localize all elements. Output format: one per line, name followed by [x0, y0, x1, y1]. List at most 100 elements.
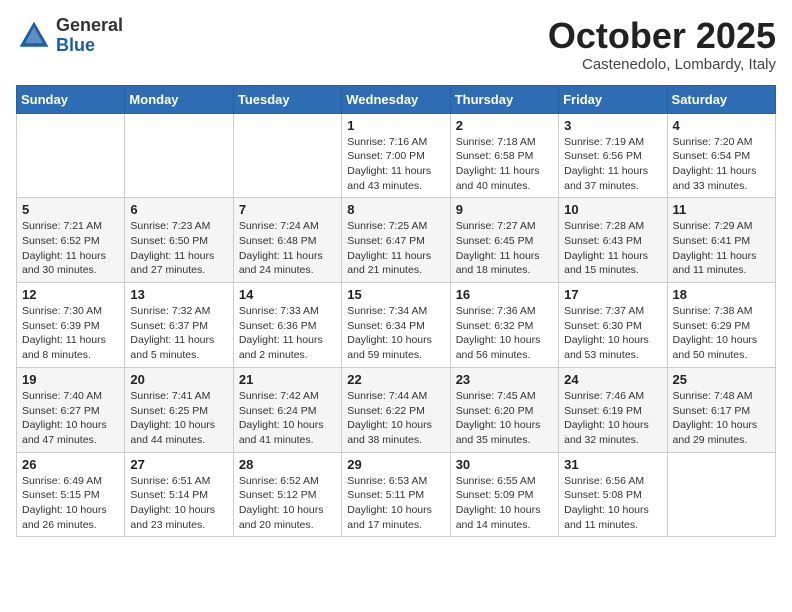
day-number: 17: [564, 287, 661, 302]
calendar-cell: 19 Sunrise: 7:40 AM Sunset: 6:27 PM Dayli…: [17, 367, 125, 452]
day-info: Sunrise: 7:30 AM Sunset: 6:39 PM Dayligh…: [22, 304, 119, 363]
calendar-cell: 18 Sunrise: 7:38 AM Sunset: 6:29 PM Dayli…: [667, 283, 775, 368]
day-info: Sunrise: 7:29 AM Sunset: 6:41 PM Dayligh…: [673, 219, 770, 278]
day-number: 26: [22, 457, 119, 472]
calendar-cell: 25 Sunrise: 7:48 AM Sunset: 6:17 PM Dayli…: [667, 367, 775, 452]
weekday-header-row: SundayMondayTuesdayWednesdayThursdayFrid…: [17, 85, 776, 113]
calendar-cell: [667, 452, 775, 537]
day-number: 18: [673, 287, 770, 302]
day-number: 22: [347, 372, 444, 387]
day-number: 13: [130, 287, 227, 302]
weekday-header-wednesday: Wednesday: [342, 85, 450, 113]
day-number: 7: [239, 202, 336, 217]
calendar-cell: 27 Sunrise: 6:51 AM Sunset: 5:14 PM Dayli…: [125, 452, 233, 537]
day-info: Sunrise: 6:51 AM Sunset: 5:14 PM Dayligh…: [130, 474, 227, 533]
day-number: 31: [564, 457, 661, 472]
day-info: Sunrise: 7:44 AM Sunset: 6:22 PM Dayligh…: [347, 389, 444, 448]
day-info: Sunrise: 7:42 AM Sunset: 6:24 PM Dayligh…: [239, 389, 336, 448]
day-number: 30: [456, 457, 553, 472]
calendar-cell: 13Sunrise: 7:32 AM Sunset: 6:37 PM Dayli…: [125, 283, 233, 368]
weekday-header-saturday: Saturday: [667, 85, 775, 113]
day-number: 24: [564, 372, 661, 387]
calendar-week-row: 26 Sunrise: 6:49 AM Sunset: 5:15 PM Dayli…: [17, 452, 776, 537]
calendar-cell: 31 Sunrise: 6:56 AM Sunset: 5:08 PM Dayli…: [559, 452, 667, 537]
day-info: Sunrise: 7:41 AM Sunset: 6:25 PM Dayligh…: [130, 389, 227, 448]
day-number: 19: [22, 372, 119, 387]
logo: General Blue: [16, 16, 123, 56]
calendar-cell: 21 Sunrise: 7:42 AM Sunset: 6:24 PM Dayli…: [233, 367, 341, 452]
calendar-cell: 9 Sunrise: 7:27 AM Sunset: 6:45 PM Daylig…: [450, 198, 558, 283]
day-info: Sunrise: 7:40 AM Sunset: 6:27 PM Dayligh…: [22, 389, 119, 448]
logo-icon: [16, 18, 52, 54]
day-number: 11: [673, 202, 770, 217]
day-info: Sunrise: 6:49 AM Sunset: 5:15 PM Dayligh…: [22, 474, 119, 533]
day-number: 1: [347, 118, 444, 133]
day-number: 6: [130, 202, 227, 217]
day-number: 21: [239, 372, 336, 387]
calendar-week-row: 1 Sunrise: 7:16 AM Sunset: 7:00 PM Daylig…: [17, 113, 776, 198]
calendar-cell: 2Sunrise: 7:18 AM Sunset: 6:58 PM Daylig…: [450, 113, 558, 198]
calendar-cell: 6 Sunrise: 7:23 AM Sunset: 6:50 PM Daylig…: [125, 198, 233, 283]
calendar-cell: [17, 113, 125, 198]
calendar-cell: 28Sunrise: 6:52 AM Sunset: 5:12 PM Dayli…: [233, 452, 341, 537]
day-info: Sunrise: 7:24 AM Sunset: 6:48 PM Dayligh…: [239, 219, 336, 278]
day-info: Sunrise: 7:37 AM Sunset: 6:30 PM Dayligh…: [564, 304, 661, 363]
weekday-header-tuesday: Tuesday: [233, 85, 341, 113]
calendar-cell: 14 Sunrise: 7:33 AM Sunset: 6:36 PM Dayli…: [233, 283, 341, 368]
logo-text: General Blue: [56, 16, 123, 56]
day-number: 4: [673, 118, 770, 133]
day-info: Sunrise: 6:52 AM Sunset: 5:12 PM Dayligh…: [239, 474, 336, 533]
day-info: Sunrise: 7:20 AM Sunset: 6:54 PM Dayligh…: [673, 135, 770, 194]
calendar-cell: 30Sunrise: 6:55 AM Sunset: 5:09 PM Dayli…: [450, 452, 558, 537]
day-info: Sunrise: 7:18 AM Sunset: 6:58 PM Dayligh…: [456, 135, 553, 194]
day-number: 9: [456, 202, 553, 217]
day-info: Sunrise: 7:19 AM Sunset: 6:56 PM Dayligh…: [564, 135, 661, 194]
day-info: Sunrise: 7:33 AM Sunset: 6:36 PM Dayligh…: [239, 304, 336, 363]
day-info: Sunrise: 7:23 AM Sunset: 6:50 PM Dayligh…: [130, 219, 227, 278]
calendar-cell: 11 Sunrise: 7:29 AM Sunset: 6:41 PM Dayli…: [667, 198, 775, 283]
day-info: Sunrise: 7:46 AM Sunset: 6:19 PM Dayligh…: [564, 389, 661, 448]
calendar-cell: 1 Sunrise: 7:16 AM Sunset: 7:00 PM Daylig…: [342, 113, 450, 198]
day-info: Sunrise: 7:28 AM Sunset: 6:43 PM Dayligh…: [564, 219, 661, 278]
day-number: 27: [130, 457, 227, 472]
calendar-cell: 4 Sunrise: 7:20 AM Sunset: 6:54 PM Daylig…: [667, 113, 775, 198]
location-subtitle: Castenedolo, Lombardy, Italy: [548, 56, 776, 73]
calendar-cell: 10 Sunrise: 7:28 AM Sunset: 6:43 PM Dayli…: [559, 198, 667, 283]
day-info: Sunrise: 7:45 AM Sunset: 6:20 PM Dayligh…: [456, 389, 553, 448]
calendar-cell: 7 Sunrise: 7:24 AM Sunset: 6:48 PM Daylig…: [233, 198, 341, 283]
day-number: 15: [347, 287, 444, 302]
day-number: 20: [130, 372, 227, 387]
day-number: 12: [22, 287, 119, 302]
day-info: Sunrise: 6:53 AM Sunset: 5:11 PM Dayligh…: [347, 474, 444, 533]
logo-general-text: General: [56, 16, 123, 36]
calendar-cell: 17 Sunrise: 7:37 AM Sunset: 6:30 PM Dayli…: [559, 283, 667, 368]
title-block: October 2025 Castenedolo, Lombardy, Ital…: [548, 16, 776, 73]
day-info: Sunrise: 6:56 AM Sunset: 5:08 PM Dayligh…: [564, 474, 661, 533]
calendar-table: SundayMondayTuesdayWednesdayThursdayFrid…: [16, 85, 776, 538]
day-number: 3: [564, 118, 661, 133]
calendar-cell: [125, 113, 233, 198]
day-info: Sunrise: 7:34 AM Sunset: 6:34 PM Dayligh…: [347, 304, 444, 363]
day-number: 14: [239, 287, 336, 302]
day-info: Sunrise: 7:38 AM Sunset: 6:29 PM Dayligh…: [673, 304, 770, 363]
weekday-header-monday: Monday: [125, 85, 233, 113]
day-info: Sunrise: 7:27 AM Sunset: 6:45 PM Dayligh…: [456, 219, 553, 278]
calendar-week-row: 5Sunrise: 7:21 AM Sunset: 6:52 PM Daylig…: [17, 198, 776, 283]
day-number: 16: [456, 287, 553, 302]
day-number: 23: [456, 372, 553, 387]
day-number: 10: [564, 202, 661, 217]
calendar-cell: [233, 113, 341, 198]
calendar-cell: 3 Sunrise: 7:19 AM Sunset: 6:56 PM Daylig…: [559, 113, 667, 198]
day-number: 8: [347, 202, 444, 217]
calendar-cell: 15 Sunrise: 7:34 AM Sunset: 6:34 PM Dayli…: [342, 283, 450, 368]
weekday-header-thursday: Thursday: [450, 85, 558, 113]
calendar-week-row: 12 Sunrise: 7:30 AM Sunset: 6:39 PM Dayli…: [17, 283, 776, 368]
calendar-cell: 29Sunrise: 6:53 AM Sunset: 5:11 PM Dayli…: [342, 452, 450, 537]
day-info: Sunrise: 7:48 AM Sunset: 6:17 PM Dayligh…: [673, 389, 770, 448]
calendar-cell: 8Sunrise: 7:25 AM Sunset: 6:47 PM Daylig…: [342, 198, 450, 283]
calendar-cell: 12 Sunrise: 7:30 AM Sunset: 6:39 PM Dayli…: [17, 283, 125, 368]
weekday-header-sunday: Sunday: [17, 85, 125, 113]
calendar-cell: 22 Sunrise: 7:44 AM Sunset: 6:22 PM Dayli…: [342, 367, 450, 452]
day-number: 25: [673, 372, 770, 387]
day-info: Sunrise: 7:16 AM Sunset: 7:00 PM Dayligh…: [347, 135, 444, 194]
